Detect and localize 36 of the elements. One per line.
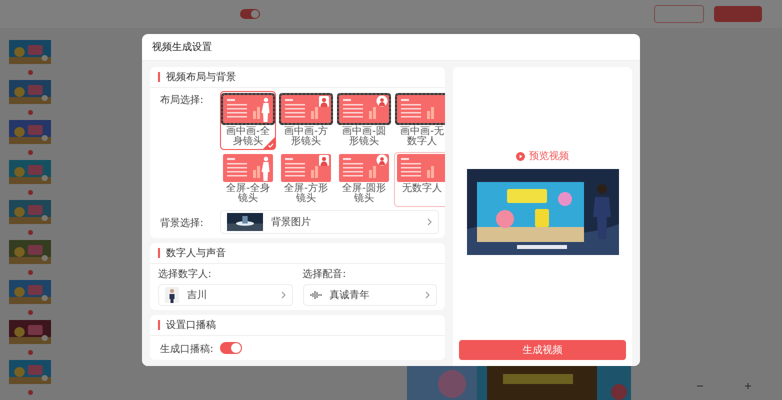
field-label: 选择数字人:	[158, 268, 212, 281]
avatar-picker[interactable]: 吉川	[158, 284, 293, 306]
toggle-switch[interactable]	[240, 9, 260, 19]
voice-picker[interactable]: 真诚青年	[302, 284, 438, 306]
background-picker[interactable]: 背景图片	[220, 210, 440, 234]
delete-icon[interactable]	[28, 190, 32, 195]
delete-icon[interactable]	[28, 150, 32, 155]
person-icon	[165, 287, 179, 303]
layout-option[interactable]: 全屏-圆形镜头	[336, 152, 392, 207]
sound-wave-icon	[310, 291, 322, 299]
zoom-in-icon[interactable]	[744, 382, 752, 390]
toggle-switch[interactable]	[220, 342, 242, 354]
field-label: 背景选择:	[160, 216, 204, 230]
delete-icon[interactable]	[28, 350, 32, 355]
chevron-right-icon	[427, 218, 432, 226]
delete-icon[interactable]	[28, 390, 32, 395]
layout-option[interactable]: 全屏-方形镜头	[278, 152, 334, 207]
layout-option[interactable]: 画中画-全身镜头	[220, 91, 276, 150]
outline-button[interactable]	[654, 5, 704, 23]
delete-icon[interactable]	[28, 110, 32, 115]
delete-icon[interactable]	[28, 230, 32, 235]
section-heading: 数字人与声音	[166, 246, 226, 260]
section-heading: 设置口播稿	[166, 318, 216, 332]
chevron-right-icon	[280, 291, 286, 299]
delete-icon[interactable]	[28, 270, 32, 275]
field-label: 布局选择:	[160, 94, 204, 108]
chevron-right-icon	[425, 291, 430, 299]
play-icon	[516, 152, 526, 160]
delete-icon[interactable]	[28, 310, 32, 315]
field-label: 生成口播稿:	[160, 342, 214, 356]
delete-icon[interactable]	[28, 70, 32, 75]
layout-option[interactable]: 全屏-全身镜头	[220, 152, 276, 207]
section-heading: 视频布局与背景	[166, 70, 236, 84]
check-icon	[263, 137, 275, 149]
layout-option[interactable]: 无数字人	[394, 152, 446, 207]
field-label: 选择配音:	[302, 268, 347, 281]
